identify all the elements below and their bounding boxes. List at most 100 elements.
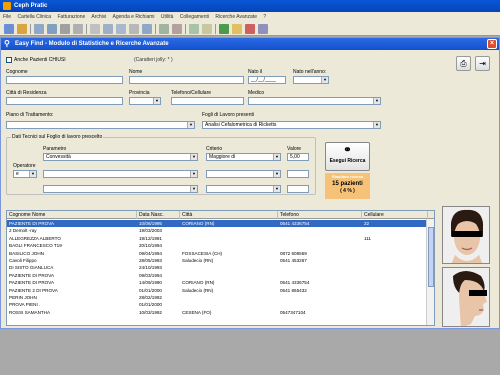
table-cell: PROVA PIENI . (9, 302, 41, 308)
chevron-down-icon: ▼ (190, 171, 197, 177)
table-row[interactable]: PAZIENTE 2 DI PROVA 01/01/2000 Saludecio (… (7, 287, 434, 294)
table-row[interactable]: PAZIENTE DI PROVA 10/06/1995 CORIANO (RN) 0… (7, 220, 434, 228)
table-row[interactable]: ALLEGREZZA ALBERTO 19/12/1991 111 (7, 235, 434, 242)
network-icon[interactable] (258, 24, 268, 34)
chevron-down-icon: ▼ (373, 122, 380, 128)
value-input-1[interactable]: 5,00 (287, 153, 309, 161)
name-input[interactable] (129, 76, 244, 84)
menu-item[interactable]: Utilità (161, 14, 174, 20)
criterion-select-1[interactable]: Maggiore di ▼ (206, 153, 281, 161)
parameter-select-1[interactable]: Convessità ▼ (43, 153, 198, 161)
patient-icon[interactable] (4, 24, 14, 34)
menu-item[interactable]: Fatturazione (57, 14, 85, 20)
value-input-2[interactable] (287, 170, 309, 178)
money-icon[interactable] (202, 24, 212, 34)
surname-input[interactable] (6, 76, 123, 84)
binoculars-icon: ⚲ (4, 39, 10, 48)
table-cell: 19/12/1991 (139, 235, 162, 241)
table-row[interactable]: PAZIENTE DI PROVA 09/03/1994 (7, 272, 434, 279)
results-table[interactable]: Cognome Nome Data Nasc. Città Telefono C… (6, 210, 435, 326)
ceph-icon[interactable] (34, 24, 44, 34)
xray-icon[interactable] (103, 24, 113, 34)
run-search-button[interactable]: ⚭ Esegui Ricerca (325, 142, 370, 171)
column-header-birth[interactable]: Data Nasc. (137, 211, 180, 219)
exit-door-icon: ⇥ (479, 59, 486, 68)
patient-face-front (443, 207, 489, 263)
sms-icon[interactable] (232, 24, 242, 34)
menu-item[interactable]: Archivi (91, 14, 106, 20)
calendar-icon[interactable] (172, 24, 182, 34)
table-row[interactable]: PAZIENTE DI PROVA 14/09/1990 CORIANO (RN) 0… (7, 279, 434, 286)
compare-icon[interactable] (116, 24, 126, 34)
province-select[interactable]: ▼ (129, 97, 161, 105)
results-scrollbar[interactable] (426, 219, 434, 325)
toolbar-separator (86, 24, 87, 34)
measure-icon[interactable] (60, 24, 70, 34)
table-row[interactable]: DI SISTO GIANLUCA 24/10/1993 (7, 264, 434, 271)
operator-label: Operatore (13, 163, 36, 169)
scrollbar-thumb[interactable] (428, 227, 434, 287)
doctor-select[interactable]: ▼ (248, 97, 381, 105)
settings-icon[interactable] (129, 24, 139, 34)
menu-item[interactable]: Agenda e Richiami (113, 14, 155, 20)
phone-input[interactable] (171, 97, 244, 105)
criterion-select-2[interactable]: ▼ (206, 170, 281, 178)
table-row[interactable]: BAGLI FRANCESCO T19 20/10/1994 (7, 242, 434, 249)
column-header-city[interactable]: Città (180, 211, 278, 219)
birth-year-select[interactable]: ▼ (293, 76, 329, 84)
column-header-name[interactable]: Cognome Nome (7, 211, 137, 219)
export-icon[interactable] (219, 24, 229, 34)
column-header-mobile[interactable]: Cellulare (362, 211, 428, 219)
phone-label: Telefono/Cellulare (171, 90, 212, 96)
table-row[interactable]: 2 Demolt -ray 19/03/2003 (7, 227, 434, 234)
results-table-header: Cognome Nome Data Nasc. Città Telefono C… (7, 211, 434, 219)
print-button[interactable]: ⎙ (456, 56, 471, 71)
email-icon[interactable] (245, 24, 255, 34)
table-cell: 0547347104 (280, 309, 306, 315)
tools-icon[interactable] (73, 24, 83, 34)
table-cell: 0872 608559 (280, 250, 307, 256)
criterion-select-3[interactable]: ▼ (206, 185, 281, 193)
worksheets-label: Fogli di Lavoro presenti (202, 112, 254, 118)
table-cell: 28/05/1993 (139, 258, 162, 263)
parameter-select-2[interactable]: ▼ (43, 170, 198, 178)
menu-item[interactable]: Collegamenti (180, 14, 209, 20)
operator-select[interactable]: e ▼ (13, 170, 37, 178)
birth-date-input[interactable]: __/__/____ (248, 76, 286, 84)
menu-bar: File Cartella Clinica Fatturazione Archi… (0, 12, 500, 22)
calculator-icon[interactable] (189, 24, 199, 34)
closed-patients-checkbox[interactable] (6, 57, 12, 63)
menu-item[interactable]: Ricerche Avanzate (215, 14, 257, 20)
city-input[interactable] (6, 97, 123, 105)
worksheets-select[interactable]: Analisi Cefalometrica di Ricketts ▼ (202, 121, 381, 129)
table-row[interactable]: ROSSI SAMANTHA 10/03/1992 CESENA (FO) 05473… (7, 309, 434, 316)
close-button[interactable]: × (487, 39, 497, 49)
table-row[interactable]: PROVA PIENI . 01/01/2000 (7, 301, 434, 308)
menu-item[interactable]: File (3, 14, 11, 20)
image-icon[interactable] (90, 24, 100, 34)
table-cell: 09/03/1994 (139, 272, 162, 278)
treatment-plan-select[interactable]: ▼ (6, 121, 195, 129)
window-title: Easy Find - Modulo di Statistiche e Rice… (15, 41, 169, 47)
table-row[interactable]: BASILICO JOHN 09/04/1994 FOSSACESIA (CH) 08… (7, 250, 434, 257)
print-icon: ⎙ (460, 59, 467, 68)
folder-icon[interactable] (17, 24, 27, 34)
parameter-select-3[interactable]: ▼ (43, 185, 198, 193)
column-header-phone[interactable]: Telefono (278, 211, 362, 219)
stats-icon[interactable] (159, 24, 169, 34)
parameter-label: Parametro (43, 146, 67, 152)
table-row[interactable]: PERIN JOHN 28/02/1992 (7, 294, 434, 301)
table-row[interactable]: Cavoli Filippo 28/05/1993 Saludecio (RN) 05… (7, 257, 434, 264)
table-cell: 14/09/1990 (139, 280, 162, 286)
menu-item[interactable]: ? (263, 14, 266, 20)
menu-item[interactable]: Cartella Clinica (17, 14, 51, 20)
chevron-down-icon: ▼ (187, 122, 194, 128)
patient-face-profile (443, 268, 489, 326)
wildcard-hint: (Caratteri jolly: * ) (134, 57, 173, 63)
birth-date-label: Nato il (248, 69, 263, 75)
tracing-icon[interactable] (47, 24, 57, 34)
exit-button[interactable]: ⇥ (475, 56, 490, 71)
chevron-down-icon: ▼ (273, 171, 280, 177)
value-input-3[interactable] (287, 185, 309, 193)
report-icon[interactable] (142, 24, 152, 34)
